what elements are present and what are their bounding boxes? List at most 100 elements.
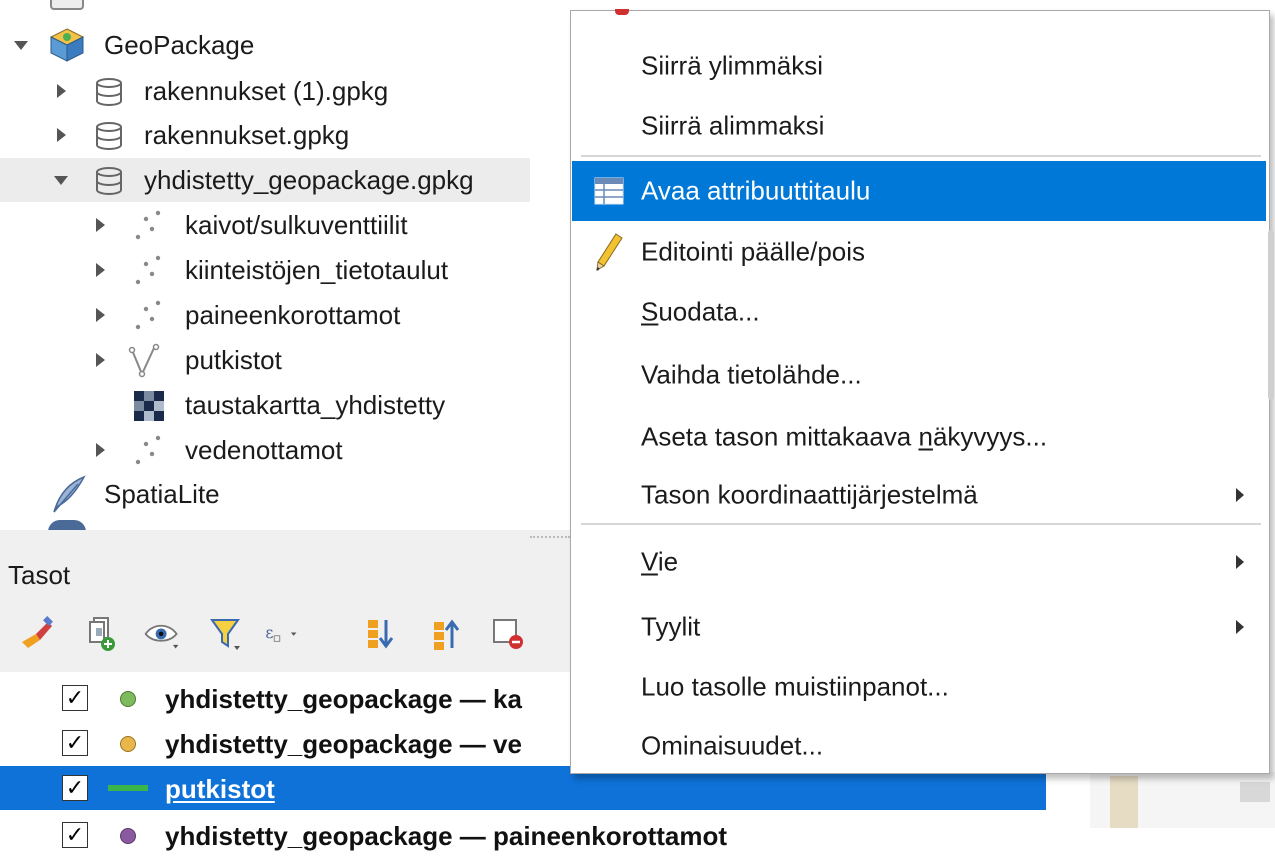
expression-filter-icon[interactable]: ε — [262, 608, 302, 658]
point-layer-icon — [135, 435, 161, 465]
browser-item-label: SpatiaLite — [104, 478, 220, 509]
line-layer-icon — [128, 343, 160, 378]
menu-item-label: Suodata... — [641, 297, 760, 328]
menu-item-label: Editointi päälle/pois — [641, 236, 866, 267]
browser-item-label: putkistot — [185, 344, 282, 375]
browser-item-taustakartta[interactable]: taustakartta_yhdistetty — [0, 383, 560, 427]
menu-item-label: Luo tasolle muistiinpanot... — [641, 671, 949, 702]
geopackage-icon — [49, 28, 85, 62]
map-tile — [1110, 776, 1138, 828]
menu-item-change-data-source[interactable]: Vaihda tietolähde... — [572, 345, 1266, 405]
layer-visibility-checkbox[interactable]: ✓ — [62, 685, 88, 711]
menu-item-label: Vaihda tietolähde... — [641, 359, 862, 390]
partial-item-icon — [48, 520, 86, 530]
point-symbol-icon — [120, 828, 136, 844]
scrollbar[interactable] — [1268, 230, 1274, 400]
submenu-arrow-icon — [1236, 620, 1244, 634]
database-icon — [96, 122, 122, 150]
menu-item-label: Siirrä alimmaksi — [641, 110, 825, 141]
layer-name: yhdistetty_geopackage — paineenkorottamo… — [165, 821, 728, 851]
mnemonic-letter: V — [641, 546, 658, 577]
browser-item-kiinteistojen[interactable]: kiinteistöjen_tietotaulut — [0, 248, 560, 292]
mnemonic-letter: n — [918, 421, 933, 452]
menu-item-label-rest: ie — [657, 546, 679, 577]
add-group-icon[interactable] — [82, 608, 122, 658]
map-canvas[interactable] — [1090, 772, 1275, 828]
layer-name: yhdistetty_geopackage — ve — [165, 729, 522, 759]
point-layer-icon — [135, 210, 161, 240]
map-tile — [1240, 782, 1270, 802]
collapse-arrow-icon[interactable] — [54, 176, 68, 185]
browser-item-geopackage[interactable]: GeoPackage — [0, 23, 560, 67]
menu-item-label: Vie — [641, 547, 678, 578]
menu-item-filter[interactable]: Suodata... — [572, 282, 1266, 342]
style-brush-icon[interactable] — [18, 608, 58, 658]
menu-item-label: Siirrä ylimmäksi — [641, 50, 823, 81]
layers-panel-title: Tasot — [8, 560, 71, 590]
browser-item-rakennukset-1[interactable]: rakennukset (1).gpkg — [0, 69, 560, 113]
menu-item-export[interactable]: Vie — [572, 532, 1266, 592]
browser-item-label: kiinteistöjen_tietotaulut — [185, 254, 449, 285]
svg-text:ε: ε — [265, 624, 273, 642]
point-symbol-icon — [120, 691, 136, 707]
menu-item-toggle-editing[interactable]: Editointi päälle/pois — [572, 222, 1266, 282]
expand-arrow-icon[interactable] — [57, 84, 66, 98]
menu-item-label: Aseta tason mittakaava näkyvyys... — [641, 422, 1047, 453]
expand-arrow-icon[interactable] — [57, 128, 66, 142]
submenu-arrow-icon — [1236, 555, 1244, 569]
browser-item-rakennukset[interactable]: rakennukset.gpkg — [0, 113, 560, 157]
menu-item-label-rest: uodata... — [658, 296, 760, 327]
line-symbol-icon — [108, 785, 148, 791]
menu-item-move-to-bottom[interactable]: Siirrä alimmaksi — [572, 96, 1266, 156]
remove-layer-icon[interactable] — [488, 608, 528, 658]
layers-toolbar: ε — [0, 608, 572, 658]
filter-legend-icon[interactable] — [206, 608, 246, 658]
submenu-arrow-icon — [1236, 488, 1244, 502]
browser-panel: GeoPackage rakennukset (1).gpkg rakennuk… — [0, 0, 572, 530]
layer-context-menu: Siirrä ylimmäksi Siirrä alimmaksi Avaa a… — [570, 9, 1270, 776]
browser-item-label: vedenottamot — [185, 434, 343, 465]
menu-item-layer-crs[interactable]: Tason koordinaattijärjestelmä — [572, 465, 1266, 525]
menu-item-set-scale-visibility[interactable]: Aseta tason mittakaava näkyvyys... — [572, 407, 1266, 467]
browser-item-spatialite[interactable]: SpatiaLite — [0, 472, 560, 516]
layer-visibility-checkbox[interactable]: ✓ — [62, 775, 88, 801]
browser-item-paineenkorottamot[interactable]: paineenkorottamot — [0, 293, 560, 337]
browser-item-label: rakennukset (1).gpkg — [144, 75, 389, 106]
point-layer-icon — [135, 300, 161, 330]
spatialite-icon — [53, 475, 86, 513]
browser-item-label: paineenkorottamot — [185, 299, 401, 330]
browser-item-label: yhdistetty_geopackage.gpkg — [144, 164, 474, 195]
menu-item-styles[interactable]: Tyylit — [572, 597, 1266, 657]
layer-visibility-checkbox[interactable]: ✓ — [62, 822, 88, 848]
expand-arrow-icon[interactable] — [96, 263, 105, 277]
browser-item-label: kaivot/sulkuventtiilit — [185, 209, 408, 240]
splitter-handle[interactable] — [530, 536, 570, 540]
expand-arrow-icon[interactable] — [96, 218, 105, 232]
menu-item-create-notes[interactable]: Luo tasolle muistiinpanot... — [572, 657, 1266, 717]
layer-name: yhdistetty_geopackage — ka — [165, 684, 522, 714]
collapse-all-icon[interactable] — [428, 608, 468, 658]
visibility-eye-icon[interactable] — [142, 608, 182, 658]
partial-item-icon — [50, 0, 84, 10]
browser-item-label: rakennukset.gpkg — [144, 119, 350, 150]
expand-arrow-icon[interactable] — [96, 308, 105, 322]
menu-item-move-to-top[interactable]: Siirrä ylimmäksi — [572, 36, 1266, 96]
browser-item-kaivot[interactable]: kaivot/sulkuventtiilit — [0, 203, 560, 247]
collapse-arrow-icon[interactable] — [14, 41, 28, 50]
expand-arrow-icon[interactable] — [96, 443, 105, 457]
expand-arrow-icon[interactable] — [96, 353, 105, 367]
menu-item-open-attribute-table[interactable]: Avaa attribuuttitaulu — [572, 161, 1266, 221]
menu-item-properties[interactable]: Ominaisuudet... — [572, 716, 1266, 776]
menu-item-label: Tyylit — [641, 611, 701, 642]
browser-item-label: taustakartta_yhdistetty — [185, 389, 446, 420]
layer-visibility-checkbox[interactable]: ✓ — [62, 730, 88, 756]
layer-row[interactable]: ✓ yhdistetty_geopackage — paineenkorotta… — [0, 813, 1090, 857]
menu-item-label: Avaa attribuuttitaulu — [641, 175, 871, 206]
browser-item-vedenottamot[interactable]: vedenottamot — [0, 428, 560, 472]
browser-item-putkistot[interactable]: putkistot — [0, 338, 560, 382]
browser-item-yhdistetty-geopackage[interactable]: yhdistetty_geopackage.gpkg — [0, 158, 530, 202]
layer-name: putkistot — [165, 774, 275, 804]
expand-all-icon[interactable] — [362, 608, 402, 658]
menu-separator — [581, 523, 1261, 525]
attribute-table-icon — [594, 177, 624, 205]
